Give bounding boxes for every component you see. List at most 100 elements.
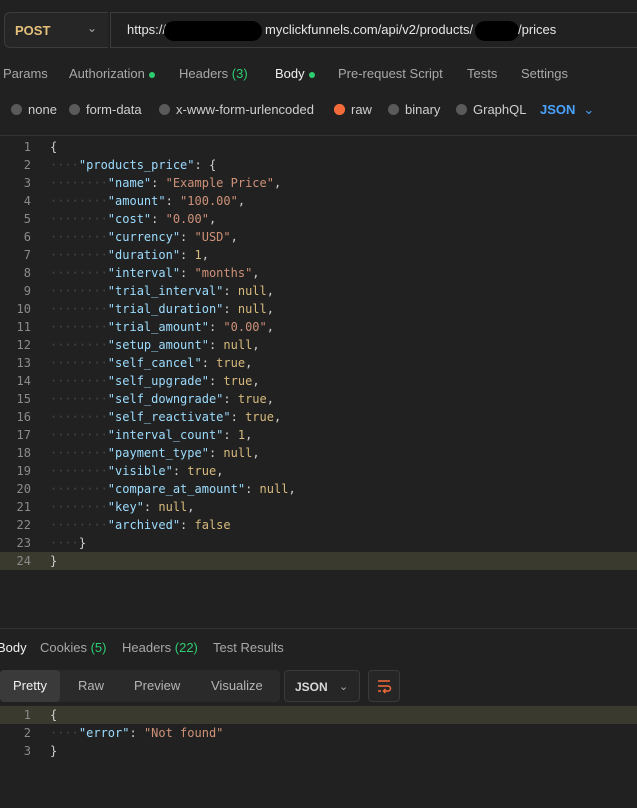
json-key: "visible" (107, 464, 173, 478)
code-text: ········"setup_amount": null, (50, 336, 260, 354)
radio-raw-label: raw (351, 102, 372, 117)
indent-guide: ········ (50, 284, 108, 298)
url-domain: myclickfunnels.com/api/v2/products/ (265, 22, 474, 37)
pretty-button[interactable]: Pretty (0, 670, 60, 702)
tab-headers[interactable]: Headers (3) (179, 66, 248, 81)
indent-guide: ········ (50, 356, 108, 370)
json-value: 1 (237, 428, 246, 442)
preview-button[interactable]: Preview (134, 670, 180, 702)
code-line: 23 ····} (0, 534, 637, 552)
code-text: } (50, 742, 57, 760)
tab-cookies-label: Cookies (40, 640, 87, 655)
method-select[interactable]: POST ⌄ (4, 12, 108, 48)
line-number: 10 (16, 302, 31, 316)
request-tabs: Params Authorization Headers (3) Body Pr… (0, 62, 637, 88)
indent-guide: ···· (50, 726, 79, 740)
json-punct: : (201, 356, 217, 370)
indent-guide: ········ (50, 302, 108, 316)
tab-tests[interactable]: Tests (467, 66, 497, 81)
code-text: ········"interval": "months", (50, 264, 260, 282)
line-number: 20 (16, 482, 31, 496)
code-text: } (50, 552, 57, 570)
tab-test-results[interactable]: Test Results (213, 640, 284, 655)
json-punct: , (216, 464, 224, 478)
indent-guide: ········ (50, 194, 108, 208)
json-punct: : (180, 230, 195, 244)
json-key: "archived" (107, 518, 181, 532)
tab-authorization[interactable]: Authorization (69, 66, 155, 81)
tab-body[interactable]: Body (275, 66, 315, 81)
json-punct: : (223, 284, 238, 298)
response-format-select[interactable]: JSON ⌄ (284, 670, 360, 702)
tab-body-label: Body (275, 66, 305, 81)
json-punct: , (273, 410, 282, 424)
line-number: 9 (23, 284, 31, 298)
url-input[interactable]: https:// myclickfunnels.com/api/v2/produ… (110, 12, 637, 48)
radio-urlencoded[interactable]: x-www-form-urlencoded (159, 102, 314, 117)
radio-binary[interactable]: binary (388, 102, 440, 117)
code-text: ········"compare_at_amount": null, (50, 480, 296, 498)
tab-response-body[interactable]: Body (0, 640, 27, 655)
json-value: "0.00" (223, 320, 267, 334)
json-key: "payment_type" (107, 446, 209, 460)
line-number: 15 (16, 392, 31, 406)
indent-guide: ········ (50, 464, 108, 478)
body-type-options: none form-data x-www-form-urlencoded raw… (0, 96, 637, 124)
body-format-select[interactable]: JSON ⌄ (540, 102, 594, 118)
tab-params[interactable]: Params (3, 66, 48, 81)
code-line: 17 ········"interval_count": 1, (0, 426, 637, 444)
tab-response-cookies[interactable]: Cookies (5) (40, 640, 106, 655)
json-value: "months" (194, 266, 253, 280)
json-key: "trial_interval" (107, 284, 224, 298)
json-punct: : (172, 464, 188, 478)
radio-raw[interactable]: raw (334, 102, 372, 117)
json-punct: : (151, 176, 166, 190)
response-format-label: JSON (295, 680, 328, 694)
wrap-lines-button[interactable] (368, 670, 400, 702)
indent-guide: ···· (50, 158, 79, 172)
code-text: ········"cost": "0.00", (50, 210, 216, 228)
raw-button[interactable]: Raw (78, 670, 104, 702)
line-number: 14 (16, 374, 31, 388)
headers-count: (3) (231, 66, 248, 81)
json-value: null (259, 482, 289, 496)
code-line: 24} (0, 552, 637, 570)
json-punct: : (180, 266, 195, 280)
json-brace: } (50, 554, 58, 568)
radio-form-data-label: form-data (86, 102, 142, 117)
indent-guide: ········ (50, 248, 108, 262)
radio-form-data[interactable]: form-data (69, 102, 142, 117)
code-line: 5 ········"cost": "0.00", (0, 210, 637, 228)
json-value: true (237, 392, 267, 406)
tab-settings[interactable]: Settings (521, 66, 568, 81)
indent-guide: ········ (50, 374, 108, 388)
tab-authorization-label: Authorization (69, 66, 145, 81)
json-punct: : (143, 500, 159, 514)
json-value: null (237, 284, 267, 298)
tab-prerequest-script[interactable]: Pre-request Script (338, 66, 443, 81)
json-key: "self_upgrade" (107, 374, 209, 388)
code-text: ····"products_price": { (50, 156, 216, 174)
json-punct: : (180, 518, 195, 532)
response-view-switch: Pretty Raw Preview Visualize (0, 670, 280, 702)
radio-circle-icon (159, 104, 170, 115)
json-value: "100.00" (180, 194, 238, 208)
line-number: 21 (16, 500, 31, 514)
response-toolbar: Pretty Raw Preview Visualize JSON ⌄ (0, 670, 637, 702)
json-punct: , (273, 176, 282, 190)
visualize-button[interactable]: Visualize (211, 670, 263, 702)
json-key: "self_reactivate" (107, 410, 231, 424)
json-punct: : (223, 302, 238, 316)
json-punct: , (208, 212, 217, 226)
radio-graphql[interactable]: GraphQL (456, 102, 526, 117)
json-value: true (216, 356, 246, 370)
line-number: 11 (16, 320, 31, 334)
json-punct: , (252, 338, 260, 352)
code-line: 4 ········"amount": "100.00", (0, 192, 637, 210)
indent-guide: ···· (50, 536, 79, 550)
json-punct: : (151, 212, 166, 226)
json-value: "0.00" (165, 212, 209, 226)
code-line: 1{ (0, 706, 637, 724)
radio-none[interactable]: none (11, 102, 57, 117)
tab-response-headers[interactable]: Headers (22) (122, 640, 198, 655)
